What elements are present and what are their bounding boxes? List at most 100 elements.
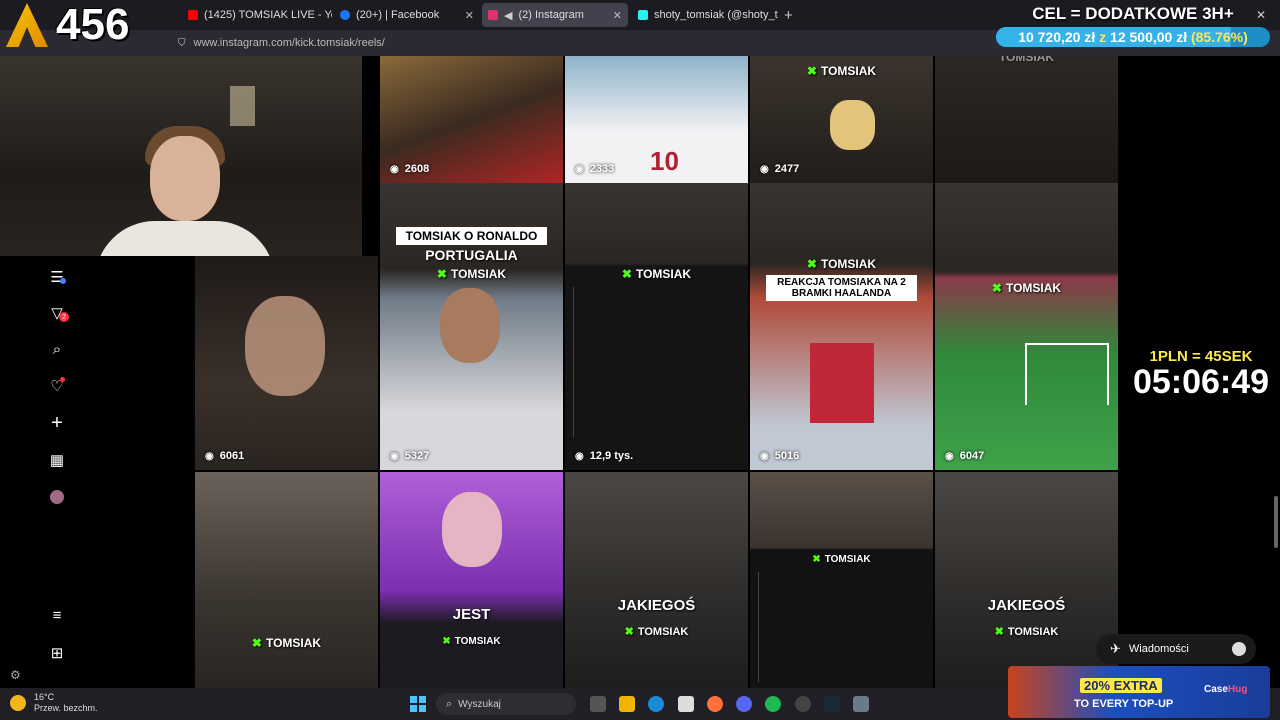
plus-icon[interactable]: +	[48, 412, 66, 434]
subathon-timer: 1PLN = 45SEK 05:06:49	[1126, 348, 1276, 399]
close-icon[interactable]: ✕	[607, 9, 628, 22]
reel-tile[interactable]: ✖ TOMSIAK REAKCJA TOMSIAKA NA 2 BRAMKI HA…	[750, 183, 933, 470]
reel-tag: ✖ TOMSIAK	[806, 64, 877, 78]
shirt-number: 10	[650, 146, 679, 176]
tiktok-icon	[638, 10, 648, 20]
stats-icon[interactable]: ▦	[48, 451, 66, 469]
reel-tag: ✖ TOMSIAK	[621, 267, 692, 281]
spotify-icon[interactable]	[765, 696, 781, 712]
url-text: www.instagram.com/kick.tomsiak/reels/	[193, 37, 385, 49]
settings-icon[interactable]	[853, 696, 869, 712]
tab-tiktok[interactable]: shoty_tomsiak (@shoty_tomsiak ✕	[632, 3, 778, 27]
weather-icon	[10, 695, 26, 711]
reel-tag: ✖ TOMSIAK	[442, 636, 501, 647]
view-count: ◉ 2333	[575, 163, 615, 175]
obs-icon[interactable]	[795, 696, 811, 712]
eye-icon: ◉	[390, 163, 399, 175]
tab-youtube[interactable]: (1425) TOMSIAK LIVE - YouTube ✕	[182, 3, 332, 27]
eye-icon: ◉	[945, 450, 954, 462]
reel-tile[interactable]: ✖ TOMSIAK ◉ 12,9 tys.	[565, 183, 748, 470]
heart-filter-icon[interactable]: ▽ 2	[48, 304, 69, 322]
counter-value: 456	[56, 0, 130, 49]
search-icon: ⌕	[446, 697, 453, 710]
view-count: ◉ 6047	[945, 450, 985, 462]
streamer-logo	[6, 3, 48, 47]
weather-widget[interactable]: 16°C Przew. bezchm.	[10, 692, 98, 714]
reel-caption: TOMSIAK O RONALDO	[396, 227, 547, 245]
reel-tile[interactable]: TOMSIAK	[935, 56, 1118, 183]
eye-icon: ◉	[390, 450, 399, 462]
taskbar-search[interactable]: ⌕ Wyszukaj	[436, 693, 576, 715]
discord-icon[interactable]	[736, 696, 752, 712]
face	[440, 288, 500, 363]
reel-tile[interactable]: ◉ 6061	[195, 256, 378, 470]
view-count: ◉ 5016	[760, 450, 800, 462]
reel-word: JAKIEGOŚ	[987, 597, 1066, 614]
notification-badge: 2	[59, 312, 69, 322]
goal-percent: (85.76%)	[1190, 29, 1248, 45]
file-explorer-icon[interactable]	[619, 696, 635, 712]
gear-icon[interactable]: ⚙	[10, 668, 21, 682]
reel-tag: ✖ TOMSIAK	[994, 626, 1059, 638]
goal-target: 12 500,00 zł	[1110, 29, 1188, 45]
eye-icon: ◉	[760, 163, 769, 175]
search-placeholder: Wyszukaj	[458, 698, 501, 710]
store-icon[interactable]	[678, 696, 694, 712]
reel-tag: ✖ TOMSIAK	[991, 281, 1062, 295]
eye-icon: ◉	[205, 450, 214, 462]
tab-instagram[interactable]: ◀ (2) Instagram ✕	[482, 3, 628, 27]
reel-tile[interactable]: ✖ TOMSIAK ◉ 6047	[935, 183, 1118, 470]
eye-icon: ◉	[575, 163, 584, 175]
reel-tile[interactable]: ✖ TOMSIAK	[750, 472, 933, 688]
goal-progress-bar: 10 720,20 zł z 12 500,00 zł (85.76%)	[996, 27, 1270, 47]
scrollbar[interactable]	[1274, 496, 1278, 548]
reel-tag: ✖ TOMSIAK	[251, 636, 322, 650]
start-button[interactable]	[410, 696, 426, 712]
donation-goal: CEL = DODATKOWE 3H+ 10 720,20 zł z 12 50…	[996, 4, 1270, 52]
promo-banner[interactable]: 20% EXTRA TO EVERY TOP-UP CaseHug	[1008, 666, 1270, 718]
goal-current: 10 720,20 zł	[1018, 29, 1096, 45]
goal-net	[1025, 343, 1109, 405]
reel-tile[interactable]: JEST ✖ TOMSIAK	[380, 472, 563, 688]
weather-desc: Przew. bezchm.	[34, 703, 98, 713]
promo-brand: CaseHug	[1204, 684, 1248, 695]
reel-tile[interactable]: JAKIEGOŚ ✖ TOMSIAK	[565, 472, 748, 688]
grid-icon[interactable]: ⊞	[48, 644, 66, 662]
reel-tag: ✖ TOMSIAK	[806, 257, 877, 271]
speaker-icon[interactable]: ◀	[504, 9, 512, 22]
instagram-icon	[488, 10, 498, 20]
avatar-icon[interactable]	[48, 488, 66, 506]
steam-icon[interactable]	[824, 696, 840, 712]
lock-icon: ⛉	[178, 37, 186, 49]
view-count: ◉ 12,9 tys.	[575, 450, 634, 462]
timer-value: 05:06:49	[1132, 363, 1270, 401]
tab-facebook[interactable]: (20+) | Facebook ✕	[334, 3, 480, 27]
reel-word: JEST	[452, 606, 491, 623]
reel-tile[interactable]: TOMSIAK O RONALDO PORTUGALIA ✖ TOMSIAK ◉ 5…	[380, 183, 563, 470]
reel-tile[interactable]: ◉ 2608	[380, 56, 563, 183]
reel-tag: ✖ TOMSIAK	[436, 267, 507, 281]
edge-icon[interactable]	[648, 696, 664, 712]
view-count: ◉ 6061	[205, 450, 245, 462]
menu-icon[interactable]: ≡	[48, 606, 66, 624]
task-view-icon[interactable]	[590, 696, 606, 712]
reel-tile[interactable]: ✖ TOMSIAK	[195, 472, 378, 688]
eye-icon: ◉	[760, 450, 769, 462]
new-tab-button[interactable]: +	[784, 3, 804, 27]
reel-tile[interactable]: 10 ◉ 2333	[565, 56, 748, 183]
goal-title: CEL = DODATKOWE 3H+	[1032, 4, 1234, 23]
reel-tile[interactable]: JAKIEGOŚ ✖ TOMSIAK	[935, 472, 1118, 688]
firefox-icon[interactable]	[707, 696, 723, 712]
reel-word: JAKIEGOŚ	[617, 597, 696, 614]
heart-icon[interactable]: ♡	[48, 377, 66, 395]
instagram-sidebar: ☰ ▽ 2 ⌕ ♡ + ▦ ≡ ⊞	[34, 256, 194, 688]
close-icon[interactable]: ✕	[459, 9, 480, 22]
url-field[interactable]: ⛉ www.instagram.com/kick.tomsiak/reels/	[178, 34, 1018, 52]
youtube-icon	[188, 10, 198, 20]
messages-label: Wiadomości	[1128, 643, 1189, 655]
reel-tile[interactable]: ✖ TOMSIAK ◉ 2477	[750, 56, 933, 183]
messages-button[interactable]: ✈ Wiadomości	[1096, 634, 1256, 664]
search-icon[interactable]: ⌕	[48, 340, 66, 358]
threads-icon[interactable]: ☰	[48, 268, 66, 286]
face	[442, 492, 502, 567]
